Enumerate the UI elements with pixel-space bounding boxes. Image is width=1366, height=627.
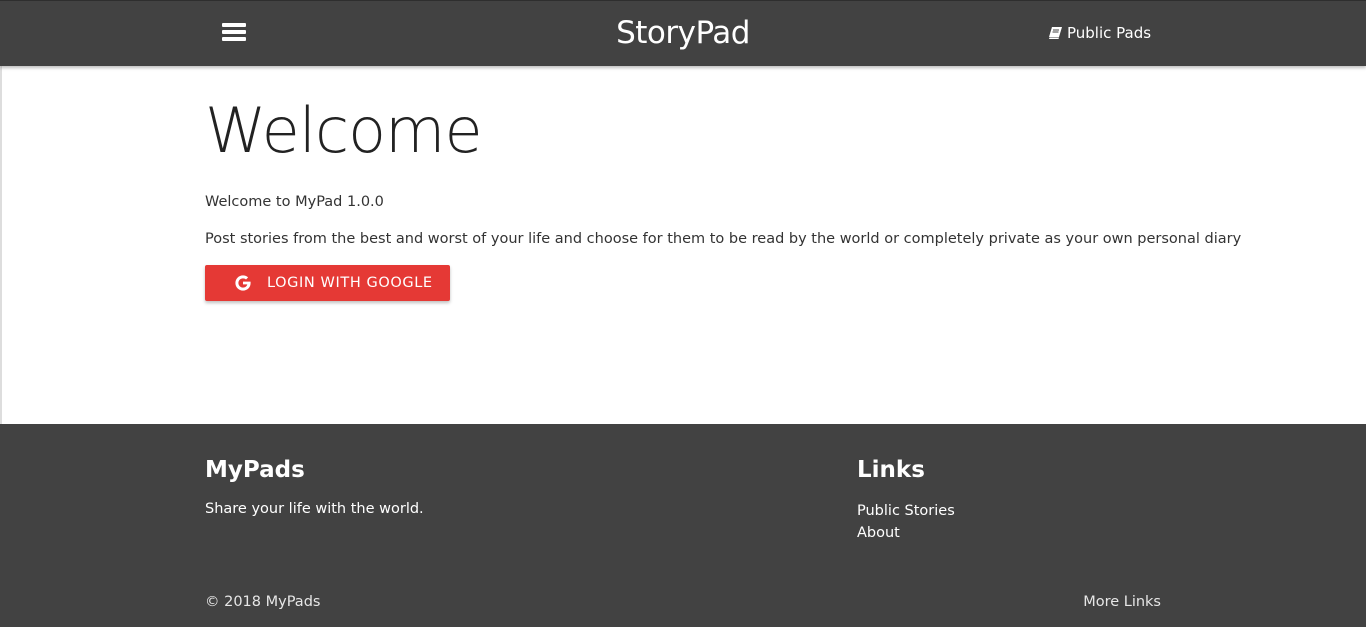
footer-link-about[interactable]: About <box>857 522 955 544</box>
footer-tagline: Share your life with the world. <box>205 501 424 517</box>
book-icon <box>1049 27 1062 39</box>
description-text: Post stories from the best and worst of … <box>205 231 1242 247</box>
main-content: Welcome Welcome to MyPad 1.0.0 Post stor… <box>0 66 1366 424</box>
public-pads-label: Public Pads <box>1067 24 1152 42</box>
footer-link-public-stories[interactable]: Public Stories <box>857 500 955 522</box>
page-title: Welcome <box>205 94 483 167</box>
login-with-google-button[interactable]: LOGIN WITH GOOGLE <box>205 265 450 301</box>
footer-brand-title: MyPads <box>205 457 305 483</box>
page-footer: MyPads Share your life with the world. L… <box>0 424 1366 627</box>
top-navbar: StoryPad Public Pads <box>0 0 1366 66</box>
footer-more-links[interactable]: More Links <box>1083 593 1161 611</box>
brand-logo: StoryPad <box>0 15 1366 51</box>
google-icon <box>234 274 252 292</box>
brand-title[interactable]: StoryPad <box>616 15 750 51</box>
login-button-label: LOGIN WITH GOOGLE <box>267 275 433 291</box>
footer-links-list: Public Stories About <box>857 500 955 544</box>
footer-copyright: © 2018 MyPads <box>205 594 321 610</box>
footer-links-title: Links <box>857 457 925 483</box>
public-pads-link[interactable]: Public Pads <box>1049 24 1151 42</box>
version-text: Welcome to MyPad 1.0.0 <box>205 194 384 210</box>
